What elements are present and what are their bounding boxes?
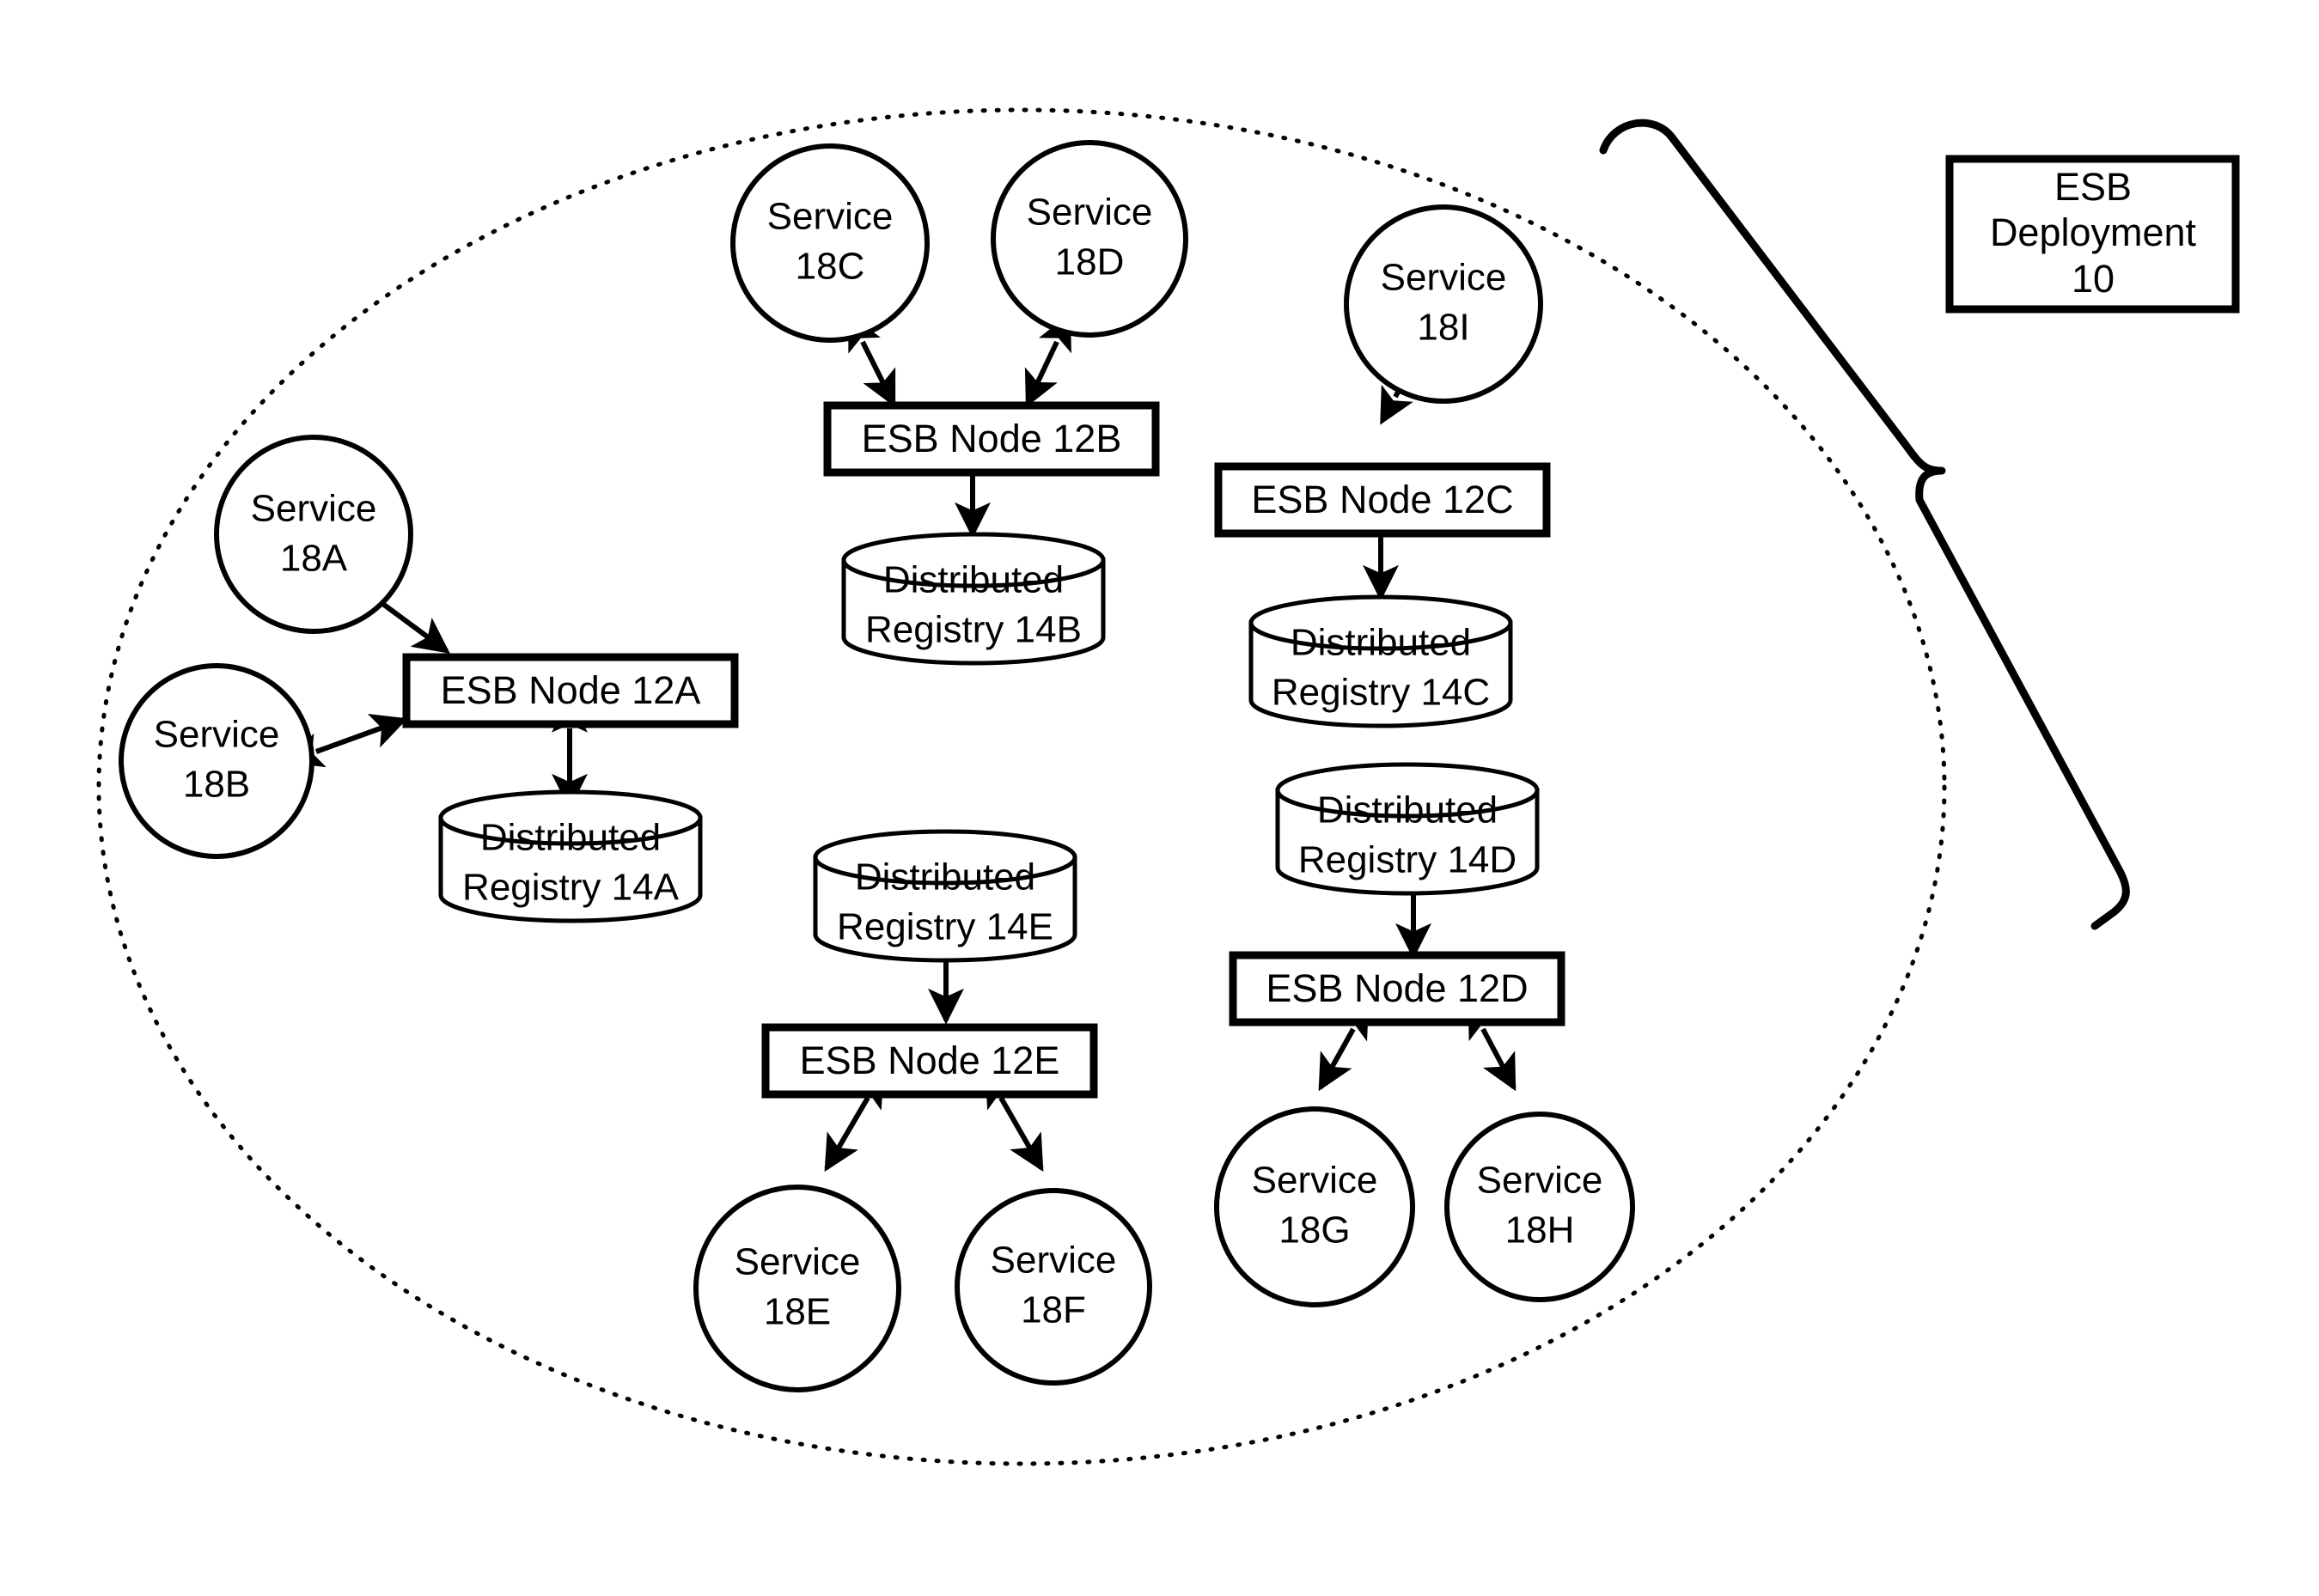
distributed-registry-14b[interactable]: Distributed Registry 14B: [841, 532, 1106, 666]
service-18b[interactable]: Service 18B: [119, 663, 314, 859]
esb-node-12a-label: ESB Node 12A: [441, 668, 701, 712]
registry-14d-line2: Registry 14D: [1298, 839, 1517, 881]
service-18e-circle: [693, 1185, 901, 1392]
service-18i-circle: [1344, 204, 1543, 404]
service-18d-line2: 18D: [1055, 241, 1125, 283]
service-18e-line2: 18E: [764, 1291, 831, 1333]
esb-node-12b-label: ESB Node 12B: [862, 417, 1122, 460]
service-18h[interactable]: Service 18H: [1444, 1112, 1635, 1302]
service-18f-line1: Service: [991, 1240, 1117, 1282]
registry-14c-line2: Registry 14C: [1272, 672, 1490, 714]
connector-18c-12b: [848, 313, 896, 408]
service-18h-line1: Service: [1477, 1160, 1603, 1202]
esb-node-12a[interactable]: ESB Node 12A: [402, 653, 739, 728]
service-18i[interactable]: Service 18I: [1344, 204, 1543, 404]
service-18c-line1: Service: [767, 196, 894, 238]
esb-deployment-figure: Service 18A Service 18B Service 18C Serv…: [0, 0, 2319, 1596]
esb-node-12c-label: ESB Node 12C: [1251, 478, 1513, 521]
esb-node-12b[interactable]: ESB Node 12B: [823, 401, 1160, 477]
registry-14e-line2: Registry 14E: [837, 906, 1053, 948]
service-18c[interactable]: Service 18C: [730, 143, 930, 343]
esb-node-12c[interactable]: ESB Node 12C: [1214, 462, 1551, 538]
connector-18b-12a: [286, 713, 408, 768]
connector-12d-18h: [1468, 1001, 1517, 1092]
distributed-registry-14c[interactable]: Distributed Registry 14C: [1248, 594, 1513, 728]
service-18d-line1: Service: [1027, 192, 1153, 234]
service-18d-circle: [991, 140, 1188, 338]
service-18g-line1: Service: [1252, 1160, 1378, 1202]
service-18f[interactable]: Service 18F: [955, 1188, 1152, 1386]
connector-12e-18e: [824, 1069, 884, 1173]
service-18g-line2: 18G: [1279, 1209, 1350, 1252]
service-18a-line1: Service: [251, 488, 377, 530]
service-18e[interactable]: Service 18E: [693, 1185, 901, 1392]
registry-14b-line1: Distributed: [883, 559, 1064, 601]
connector-12d-18g: [1318, 1001, 1370, 1092]
service-18i-line2: 18I: [1417, 307, 1469, 349]
service-18f-circle: [955, 1188, 1152, 1386]
service-18c-line2: 18C: [796, 246, 865, 288]
service-18g[interactable]: Service 18G: [1214, 1106, 1415, 1307]
service-18a-line2: 18A: [280, 538, 348, 580]
callout-label-line3: 10: [2072, 257, 2115, 301]
service-18d[interactable]: Service 18D: [991, 140, 1188, 338]
service-18h-circle: [1444, 1112, 1635, 1302]
esb-node-12d-label: ESB Node 12D: [1266, 966, 1528, 1010]
distributed-registry-14d[interactable]: Distributed Registry 14D: [1275, 762, 1540, 896]
esb-node-12e[interactable]: ESB Node 12E: [761, 1023, 1098, 1099]
service-18f-line2: 18F: [1021, 1289, 1086, 1331]
distributed-registry-14a[interactable]: Distributed Registry 14A: [438, 789, 703, 923]
esb-node-12d[interactable]: ESB Node 12D: [1229, 951, 1565, 1026]
service-18h-line2: 18H: [1505, 1209, 1575, 1252]
connector-12e-18f: [985, 1069, 1044, 1173]
service-18b-line2: 18B: [183, 764, 250, 806]
callout-label-line1: ESB: [2054, 165, 2132, 209]
callout-label-line2: Deployment: [1990, 210, 2197, 254]
service-18b-circle: [119, 663, 314, 859]
service-18g-circle: [1214, 1106, 1415, 1307]
registry-14c-line1: Distributed: [1291, 622, 1471, 664]
service-18i-line1: Service: [1381, 257, 1507, 299]
connector-18d-12b: [1024, 313, 1071, 408]
registry-14b-line2: Registry 14B: [865, 609, 1082, 651]
registry-14d-line1: Distributed: [1317, 789, 1498, 832]
registry-14a-line2: Registry 14A: [462, 867, 680, 909]
service-18a-circle: [214, 435, 413, 634]
service-18b-line1: Service: [154, 714, 280, 756]
registry-14a-line1: Distributed: [480, 817, 661, 859]
service-18e-line1: Service: [735, 1241, 861, 1283]
service-18c-circle: [730, 143, 930, 343]
registry-14e-line1: Distributed: [855, 856, 1035, 899]
service-18a[interactable]: Service 18A: [214, 435, 413, 634]
esb-node-12e-label: ESB Node 12E: [800, 1039, 1060, 1082]
distributed-registry-14e[interactable]: Distributed Registry 14E: [813, 829, 1077, 963]
